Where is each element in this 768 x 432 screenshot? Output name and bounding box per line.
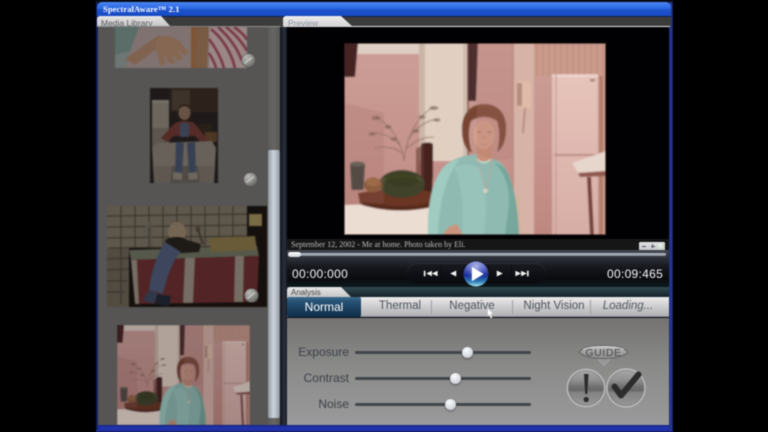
svg-text:GUIDE: GUIDE [585, 347, 621, 359]
